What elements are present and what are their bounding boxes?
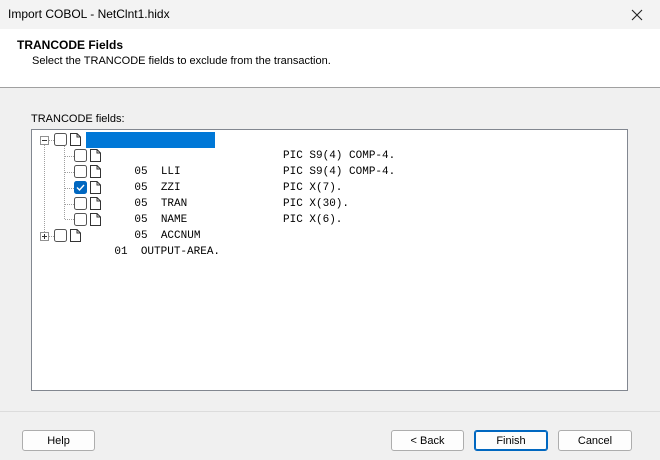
document-icon (90, 197, 101, 210)
checkbox-name[interactable] (74, 197, 87, 210)
checkbox-zzi[interactable] (74, 165, 87, 178)
document-icon (90, 165, 101, 178)
node-pic: PIC X(30). (283, 198, 350, 210)
checkbox-input-area[interactable] (54, 133, 67, 146)
expand-icon[interactable] (40, 232, 49, 241)
tree-node-lli[interactable]: 05 LLI (108, 148, 180, 178)
collapse-icon[interactable] (40, 136, 49, 145)
page-subtitle: Select the TRANCODE fields to exclude fr… (32, 55, 331, 67)
tree-node-input-area[interactable]: 01 INPUT-AREA. (86, 132, 216, 162)
document-icon (90, 213, 101, 226)
tree-label: TRANCODE fields: (31, 113, 125, 125)
checkbox-lli[interactable] (74, 149, 87, 162)
document-icon (90, 149, 101, 162)
document-icon (70, 229, 81, 242)
node-pic: PIC X(7). (283, 182, 343, 194)
checkbox-tran[interactable] (74, 181, 87, 194)
node-pic: PIC S9(4) COMP-4. (283, 166, 396, 178)
finish-button[interactable]: Finish (474, 430, 548, 451)
node-level: 01 (114, 246, 128, 258)
tree-node-tran[interactable]: 05 TRAN (108, 180, 187, 210)
checkbox-output-area[interactable] (54, 229, 67, 242)
tree-node-zzi[interactable]: 05 ZZI (108, 164, 180, 194)
document-icon (70, 133, 81, 146)
page-title: TRANCODE Fields (17, 38, 124, 52)
wizard-header: TRANCODE Fields Select the TRANCODE fiel… (0, 29, 660, 88)
help-button[interactable]: Help (22, 430, 95, 451)
trancode-tree[interactable]: 01 INPUT-AREA. 05 LLI PIC S9(4) COMP-4. … (31, 129, 628, 391)
close-button[interactable] (614, 0, 660, 29)
document-icon (90, 181, 101, 194)
tree-node-accnum[interactable]: 05 ACCNUM (108, 212, 200, 242)
tree-node-name[interactable]: 05 NAME (108, 196, 187, 226)
title-bar: Import COBOL - NetClnt1.hidx (0, 0, 660, 29)
node-pic: PIC S9(4) COMP-4. (283, 150, 396, 162)
back-button[interactable]: < Back (391, 430, 464, 451)
node-name: OUTPUT-AREA. (140, 246, 221, 258)
cancel-button[interactable]: Cancel (558, 430, 632, 451)
checkbox-accnum[interactable] (74, 213, 87, 226)
tree-node-output-area[interactable]: 01 OUTPUT-AREA. (88, 228, 220, 258)
footer-divider (0, 411, 660, 412)
node-pic: PIC X(6). (283, 214, 343, 226)
close-icon (631, 9, 643, 20)
window-title: Import COBOL - NetClnt1.hidx (8, 7, 170, 21)
